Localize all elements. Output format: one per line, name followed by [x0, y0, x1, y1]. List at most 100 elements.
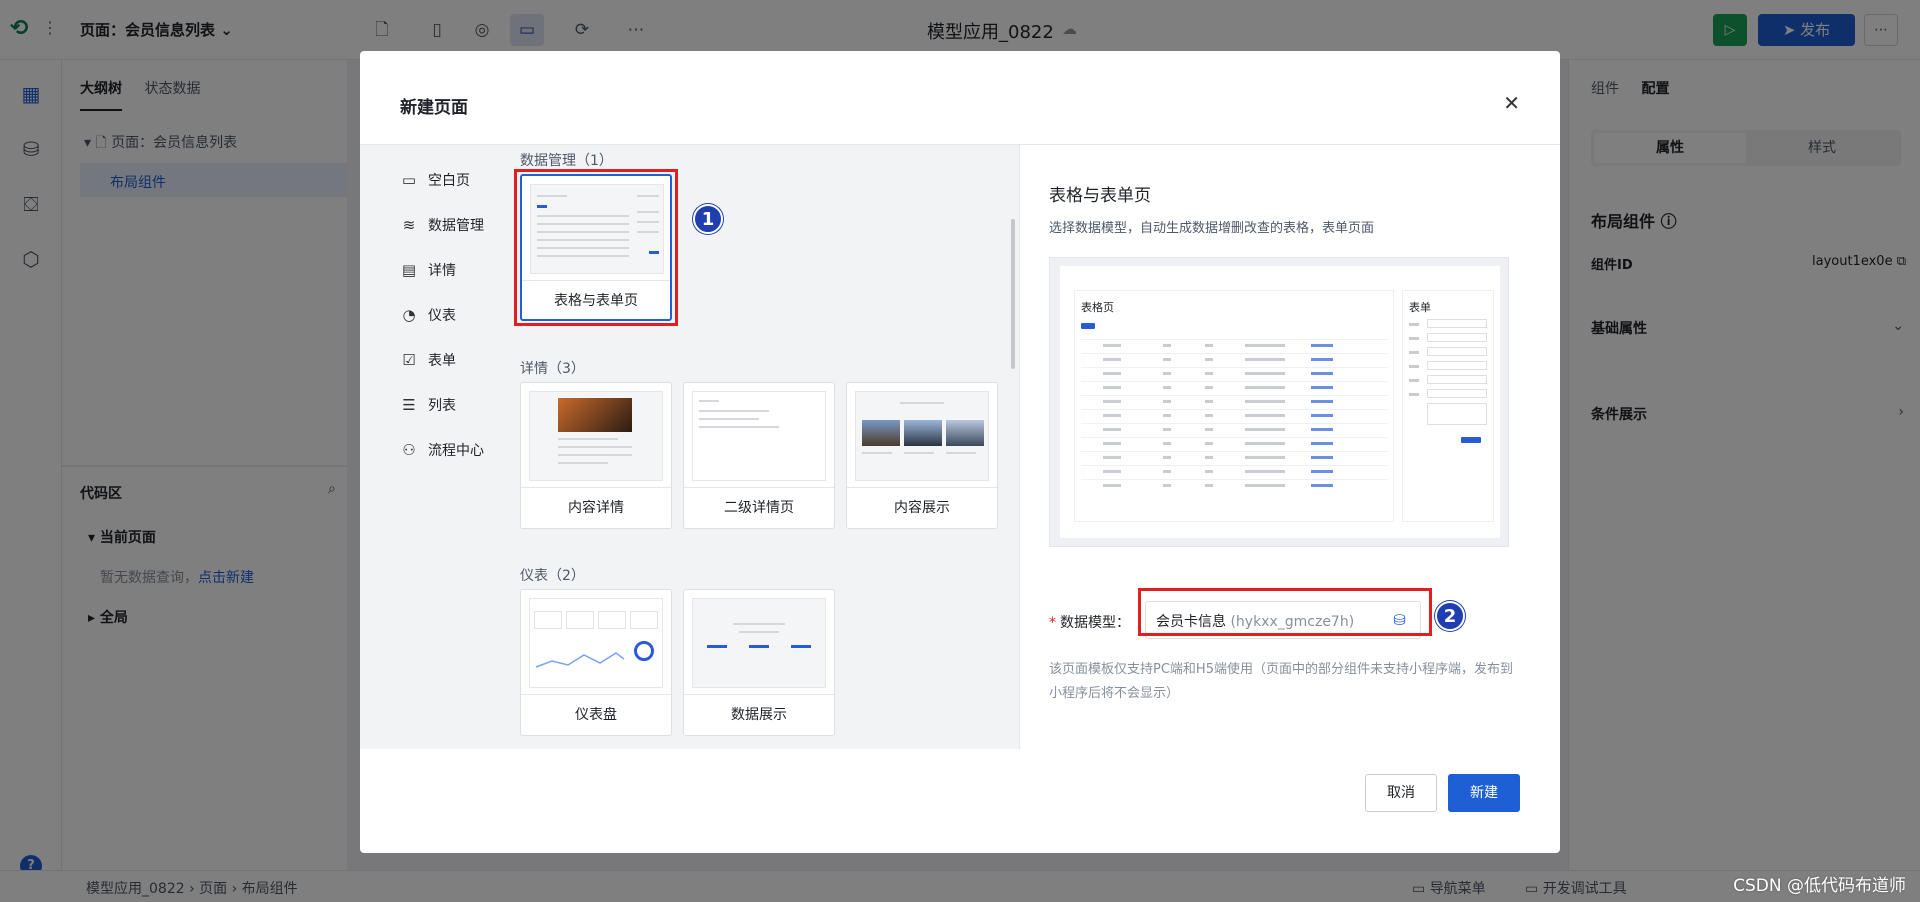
- category-data-manage[interactable]: ≋ 数据管理: [400, 202, 500, 247]
- preview-cell: [1163, 484, 1171, 487]
- preview-form-input: [1427, 333, 1487, 342]
- template-table-form[interactable]: 表格与表单页: [520, 174, 672, 321]
- category-flow[interactable]: ⚇ 流程中心: [400, 427, 500, 472]
- preview-cell: [1163, 442, 1171, 445]
- preview-cell: [1163, 470, 1171, 473]
- preview-cell: [1205, 442, 1213, 445]
- preview-cell: [1163, 358, 1171, 361]
- category-blank[interactable]: ▭ 空白页: [400, 157, 500, 202]
- category-form[interactable]: ☑ 表单: [400, 337, 500, 382]
- data-model-name: 会员卡信息: [1156, 614, 1226, 630]
- preview-action-link: [1311, 470, 1333, 473]
- preview-form-label: [1409, 379, 1419, 382]
- template-data-display[interactable]: 数据展示: [683, 589, 835, 736]
- category-list: ▭ 空白页 ≋ 数据管理 ▤ 详情 ◔ 仪表 ☑ 表单 ☰ 列表 ⚇ 流程中心: [400, 157, 500, 472]
- preview-action-link: [1311, 400, 1333, 403]
- preview-cell: [1163, 428, 1171, 431]
- group-title-detail: 详情（3）: [520, 361, 585, 377]
- preview-form-input: [1427, 389, 1487, 398]
- preview-cell: [1245, 470, 1285, 473]
- preview-cell: [1205, 470, 1213, 473]
- preview-cell: [1205, 372, 1213, 375]
- template-name: 内容展示: [847, 487, 997, 529]
- close-icon[interactable]: ✕: [1503, 91, 1520, 115]
- cancel-button[interactable]: 取消: [1365, 774, 1437, 812]
- template-content-detail[interactable]: 内容详情: [520, 382, 672, 529]
- preview-form-input: [1427, 375, 1487, 384]
- preview-cell: [1205, 414, 1213, 417]
- line-chart-thumbnail: [535, 652, 625, 668]
- template-thumbnail: [529, 598, 663, 688]
- template-thumbnail: [530, 184, 664, 274]
- preview-cell: [1103, 442, 1121, 445]
- category-detail[interactable]: ▤ 详情: [400, 247, 500, 292]
- preview-form: 表单: [1402, 290, 1494, 522]
- preview-table-row: [1081, 465, 1387, 466]
- template-name: 数据展示: [684, 694, 834, 736]
- preview-table-row: [1081, 395, 1387, 396]
- preview-cell: [1245, 484, 1285, 487]
- preview-cell: [1205, 344, 1213, 347]
- selected-template-description: 选择数据模型，自动生成数据增删改查的表格，表单页面: [1049, 221, 1375, 236]
- preview-cell: [1205, 386, 1213, 389]
- template-dashboard[interactable]: 仪表盘: [520, 589, 672, 736]
- template-thumbnail: [855, 391, 989, 481]
- checkbox-icon: ☑: [402, 350, 416, 369]
- template-content-showcase[interactable]: 内容展示: [846, 382, 998, 529]
- preview-form-label: [1409, 337, 1419, 340]
- preview-form-title: 表单: [1409, 301, 1431, 314]
- data-model-select[interactable]: 会员卡信息 (hykxx_gmcze7h) ⛁: [1145, 601, 1421, 639]
- preview-form-label: [1409, 365, 1419, 368]
- compatibility-note: 该页面模板仅支持PC端和H5端使用（页面中的部分组件未支持小程序端，发布到小程序…: [1049, 662, 1513, 701]
- preview-cell: [1245, 372, 1285, 375]
- selected-template-title: 表格与表单页: [1049, 186, 1151, 206]
- preview-cell: [1103, 414, 1121, 417]
- preview-cell: [1103, 456, 1121, 459]
- preview-action-link: [1311, 358, 1333, 361]
- preview-action-link: [1311, 442, 1333, 445]
- preview-action-link: [1311, 386, 1333, 389]
- list-icon: ☰: [402, 395, 416, 414]
- template-scrollbar[interactable]: [1011, 219, 1015, 369]
- preview-form-label: [1409, 393, 1419, 396]
- preview-cell: [1163, 386, 1171, 389]
- data-model-label: * 数据模型：: [1049, 615, 1130, 631]
- dialog-title: 新建页面: [400, 98, 468, 118]
- preview-form-input: [1427, 319, 1487, 328]
- preview-cell: [1103, 358, 1121, 361]
- preview-cell: [1103, 484, 1121, 487]
- template-name: 仪表盘: [521, 694, 671, 736]
- detail-icon: ▤: [401, 260, 417, 279]
- preview-cell: [1245, 456, 1285, 459]
- preview-cell: [1163, 372, 1171, 375]
- preview-cell: [1245, 386, 1285, 389]
- preview-cell: [1245, 358, 1285, 361]
- preview-cell: [1245, 400, 1285, 403]
- template-secondary-detail[interactable]: 二级详情页: [683, 382, 835, 529]
- data-model-code: (hykxx_gmcze7h): [1230, 614, 1355, 630]
- preview-submit-button: [1461, 437, 1481, 443]
- preview-table-title: 表格页: [1081, 301, 1114, 314]
- preview-cell: [1205, 358, 1213, 361]
- category-dashboard[interactable]: ◔ 仪表: [400, 292, 500, 337]
- preview-action-link: [1311, 344, 1333, 347]
- preview-cell: [1103, 344, 1121, 347]
- preview-table-row: [1081, 409, 1387, 410]
- preview-table-row: [1081, 367, 1387, 368]
- preview-cell: [1245, 442, 1285, 445]
- watermark: CSDN @低代码布道师: [1733, 876, 1906, 896]
- preview-cell: [1245, 414, 1285, 417]
- gauge-icon: ◔: [402, 305, 416, 324]
- preview-form-label: [1409, 351, 1419, 354]
- preview-action-link: [1311, 456, 1333, 459]
- preview-form-input: [1427, 361, 1487, 370]
- preview-cell: [1103, 372, 1121, 375]
- preview-cell: [1103, 470, 1121, 473]
- category-list-page[interactable]: ☰ 列表: [400, 382, 500, 427]
- preview-action-link: [1311, 428, 1333, 431]
- preview-cell: [1245, 428, 1285, 431]
- preview-table-row: [1081, 381, 1387, 382]
- preview-cell: [1205, 456, 1213, 459]
- create-button[interactable]: 新建: [1448, 774, 1520, 812]
- new-page-dialog: 新建页面 ✕ ▭ 空白页 ≋ 数据管理 ▤ 详情 ◔ 仪表 ☑ 表单 ☰ 列表 ⚇ 流程中心 …: [360, 51, 1560, 853]
